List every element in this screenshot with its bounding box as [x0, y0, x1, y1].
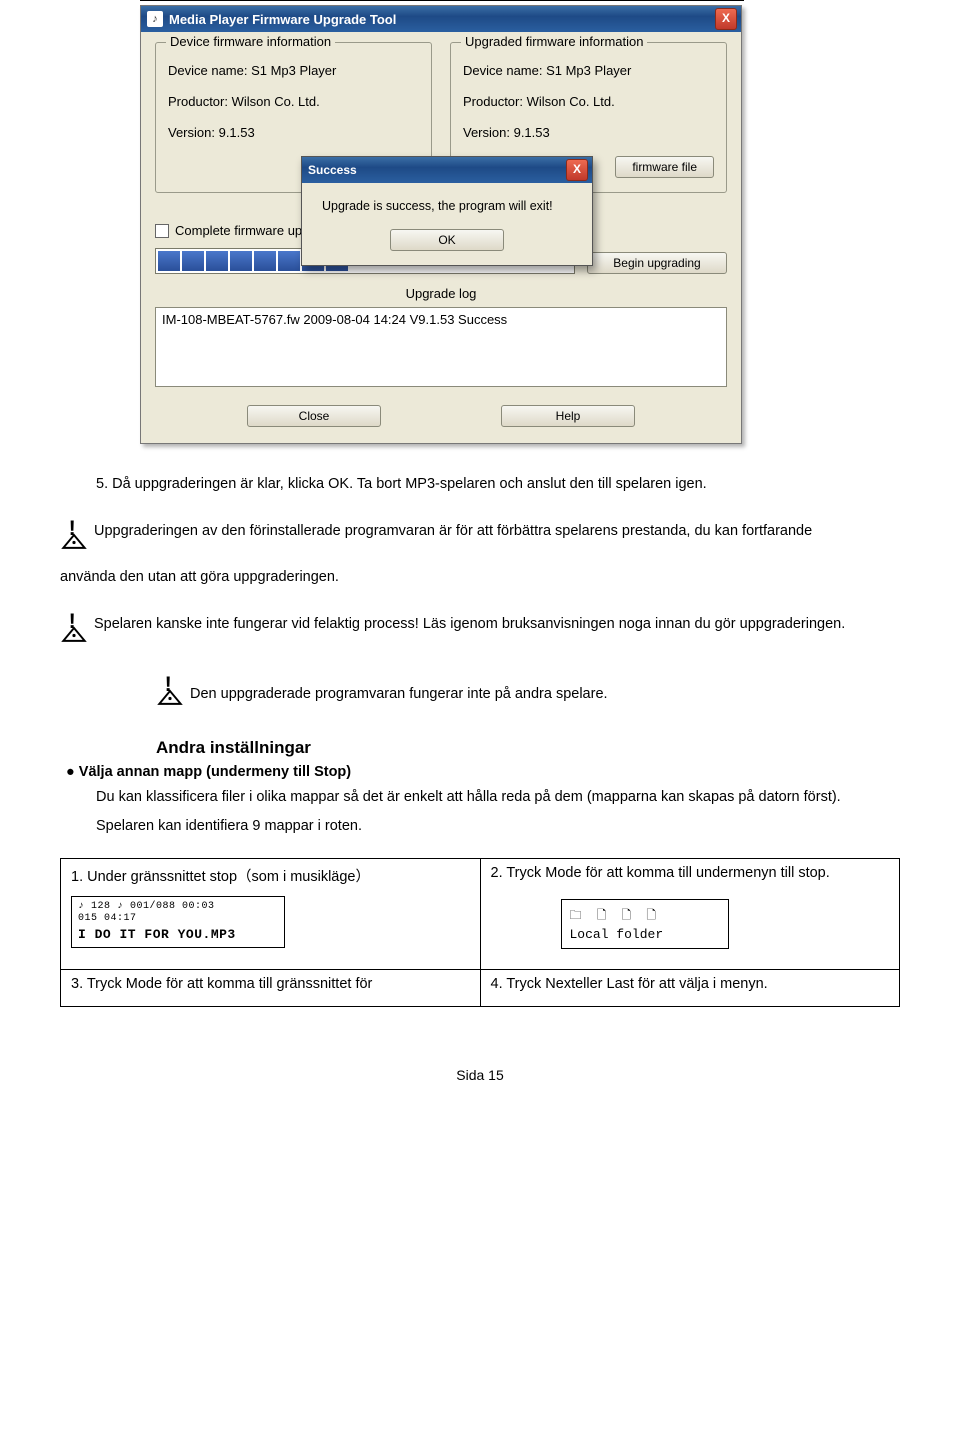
success-dialog: Success X Upgrade is success, the progra…: [301, 156, 593, 266]
body-text-2: Spelaren kan identifiera 9 mappar i rote…: [96, 815, 900, 838]
checkbox-label: Complete firmware upg: [175, 223, 309, 238]
step-3-text: 3. Tryck Mode för att komma till gränssn…: [71, 976, 372, 992]
upgrade-log-label: Upgrade log: [155, 286, 727, 301]
step-2-text: 2. Tryck Mode för att komma till underme…: [491, 865, 830, 881]
version: Version: 9.1.53: [168, 125, 419, 140]
steps-table: 1. Under gränssnittet stop（som i musiklä…: [60, 858, 900, 1007]
upgrade-log-list[interactable]: IM-108-MBEAT-5767.fw 2009-08-04 14:24 V9…: [155, 307, 727, 387]
groupbox-legend: Device firmware information: [166, 34, 335, 49]
device-name: Device name: S1 Mp3 Player: [168, 63, 419, 78]
step-cell-2: 2. Tryck Mode för att komma till underme…: [480, 859, 900, 970]
folder-icons: 🗀 🗋 🗋 🗋: [570, 906, 720, 927]
step-cell-4: 4. Tryck Nexteller Last för att välja i …: [480, 970, 900, 1007]
success-message: Upgrade is success, the program will exi…: [322, 199, 578, 213]
dialog-title: Success: [308, 163, 357, 177]
player-screen-2: 🗀 🗋 🗋 🗋 Local folder: [561, 899, 729, 949]
bullet-heading: Välja annan mapp (undermeny till Stop): [66, 764, 900, 780]
warning-3-text: Den uppgraderade programvaran fungerar i…: [190, 683, 608, 706]
player-screen-1: ♪ 128 ♪ 001/088 00:03 015 04:17 I DO IT …: [71, 896, 285, 948]
app-icon: ♪: [147, 11, 163, 27]
productor: Productor: Wilson Co. Ltd.: [168, 94, 419, 109]
page-number: Sida 15: [60, 1067, 900, 1083]
firmware-tool-window: ♪ Media Player Firmware Upgrade Tool X D…: [140, 5, 742, 444]
complete-upgrade-checkbox[interactable]: [155, 224, 169, 238]
begin-upgrading-button[interactable]: Begin upgrading: [587, 252, 727, 274]
titlebar: ♪ Media Player Firmware Upgrade Tool X: [141, 6, 741, 32]
help-button[interactable]: Help: [501, 405, 635, 427]
warning-1-line-2: använda den utan att göra uppgraderingen…: [60, 566, 339, 589]
warning-1-line-1: Uppgraderingen av den förinstallerade pr…: [94, 523, 812, 539]
warning-icon: !: [156, 676, 184, 714]
close-button[interactable]: Close: [247, 405, 381, 427]
log-line: IM-108-MBEAT-5767.fw 2009-08-04 14:24 V9…: [162, 312, 720, 327]
section-heading: Andra inställningar: [156, 738, 900, 758]
body-text-1: Du kan klassificera filer i olika mappar…: [96, 786, 900, 809]
step-5-text: 5. Då uppgraderingen är klar, klicka OK.…: [96, 474, 900, 496]
version: Version: 9.1.53: [463, 125, 714, 140]
folder-label: Local folder: [570, 927, 720, 942]
warning-icon: !: [60, 520, 88, 558]
step-cell-3: 3. Tryck Mode för att komma till gränssn…: [61, 970, 481, 1007]
step-4-text: 4. Tryck Nexteller Last för att välja i …: [491, 976, 768, 992]
close-icon[interactable]: X: [566, 159, 588, 181]
window-title: Media Player Firmware Upgrade Tool: [169, 12, 396, 27]
step-1-text: 1. Under gränssnittet stop（som i musiklä…: [71, 869, 370, 885]
groupbox-legend: Upgraded firmware information: [461, 34, 647, 49]
device-name: Device name: S1 Mp3 Player: [463, 63, 714, 78]
step-cell-1: 1. Under gränssnittet stop（som i musiklä…: [61, 859, 481, 970]
ok-button[interactable]: OK: [390, 229, 504, 251]
close-icon[interactable]: X: [715, 8, 737, 30]
select-firmware-button[interactable]: firmware file: [615, 156, 714, 178]
productor: Productor: Wilson Co. Ltd.: [463, 94, 714, 109]
warning-2-text: Spelaren kanske inte fungerar vid felakt…: [94, 613, 845, 636]
warning-icon: !: [60, 613, 88, 651]
